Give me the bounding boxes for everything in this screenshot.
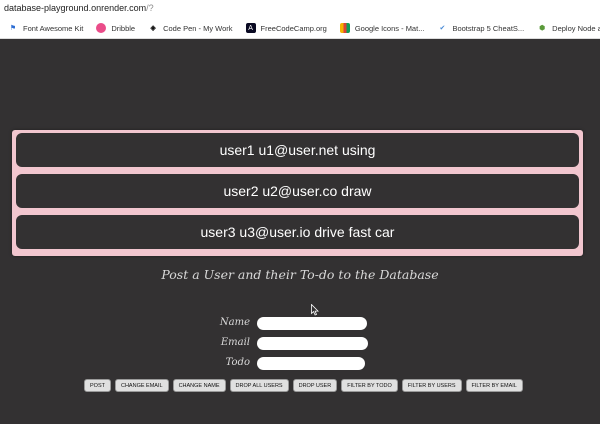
bookmark-label: Code Pen - My Work	[163, 23, 233, 33]
todo-input[interactable]	[257, 357, 365, 370]
drop-user-button[interactable]: DROP USER	[292, 379, 338, 392]
bookmark-font-awesome-kit[interactable]: ⚑ Font Awesome Kit	[8, 23, 83, 33]
todo-label: Todo	[225, 357, 250, 368]
google-icons-icon	[339, 23, 350, 33]
bookmark-codepen[interactable]: ◈ Code Pen - My Work	[148, 23, 232, 33]
name-label: Name	[219, 317, 250, 328]
codepen-icon: ◈	[150, 24, 156, 32]
bookmark-label: Font Awesome Kit	[23, 23, 84, 33]
bookmark-dribble[interactable]: Dribble	[96, 23, 135, 33]
freecodecamp-icon: A	[245, 23, 256, 33]
bookmark-freecodecamp[interactable]: A FreeCodeCamp.org	[245, 23, 327, 33]
name-input[interactable]	[257, 317, 367, 330]
user-list-item: user3 u3@user.io drive fast car	[16, 215, 579, 249]
filter-by-todo-button[interactable]: FILTER BY TODO	[341, 379, 398, 392]
flag-icon: ⚑	[9, 24, 17, 32]
drop-all-users-button[interactable]: DROP ALL USERS	[229, 379, 289, 392]
bookmark-label: Deploy Node app	[552, 23, 600, 33]
bookmark-label: Dribble	[111, 23, 136, 33]
address-bar[interactable]: database-playground.onrender.com/?	[4, 3, 154, 13]
bookmark-label: Bootstrap 5 CheatS...	[452, 23, 525, 33]
url-path: /?	[146, 3, 154, 13]
user-list-panel: user1 u1@user.net using user2 u2@user.co…	[12, 130, 583, 256]
bookmark-deploy-node-app[interactable]: ⬢ Deploy Node app	[537, 23, 600, 33]
todo-row: Todo	[0, 357, 600, 371]
action-buttons: POST CHANGE EMAIL CHANGE NAME DROP ALL U…	[84, 379, 527, 392]
dribbble-icon	[96, 23, 107, 33]
bookmark-label: FreeCodeCamp.org	[260, 23, 327, 33]
email-label: Email	[220, 337, 250, 348]
email-row: Email	[0, 337, 600, 351]
user-list-item: user2 u2@user.co draw	[16, 174, 579, 208]
name-row: Name	[0, 317, 600, 331]
bookmark-google-icons[interactable]: Google Icons - Mat...	[339, 23, 425, 33]
browser-chrome: database-playground.onrender.com/? ⚑ Fon…	[0, 0, 600, 39]
url-host: database-playground.onrender.com	[4, 3, 147, 13]
bookmark-bootstrap-cheatsheet[interactable]: ✔ Bootstrap 5 CheatS...	[437, 23, 525, 33]
node-deploy-icon: ⬢	[539, 24, 546, 32]
bookmark-label: Google Icons - Mat...	[354, 23, 425, 33]
bootstrap-check-icon: ✔	[439, 24, 446, 32]
filter-by-users-button[interactable]: FILTER BY USERS	[401, 379, 462, 392]
mouse-cursor-icon	[311, 304, 319, 316]
post-button[interactable]: POST	[84, 379, 111, 392]
email-input[interactable]	[257, 337, 368, 350]
change-email-button[interactable]: CHANGE EMAIL	[114, 379, 169, 392]
user-list-item: user1 u1@user.net using	[16, 133, 579, 167]
bookmarks-bar: ⚑ Font Awesome Kit Dribble ◈ Code Pen - …	[8, 22, 600, 34]
change-name-button[interactable]: CHANGE NAME	[172, 379, 226, 392]
filter-by-email-button[interactable]: FILTER BY EMAIL	[465, 379, 523, 392]
form-heading: Post a User and their To-do to the Datab…	[161, 267, 439, 282]
